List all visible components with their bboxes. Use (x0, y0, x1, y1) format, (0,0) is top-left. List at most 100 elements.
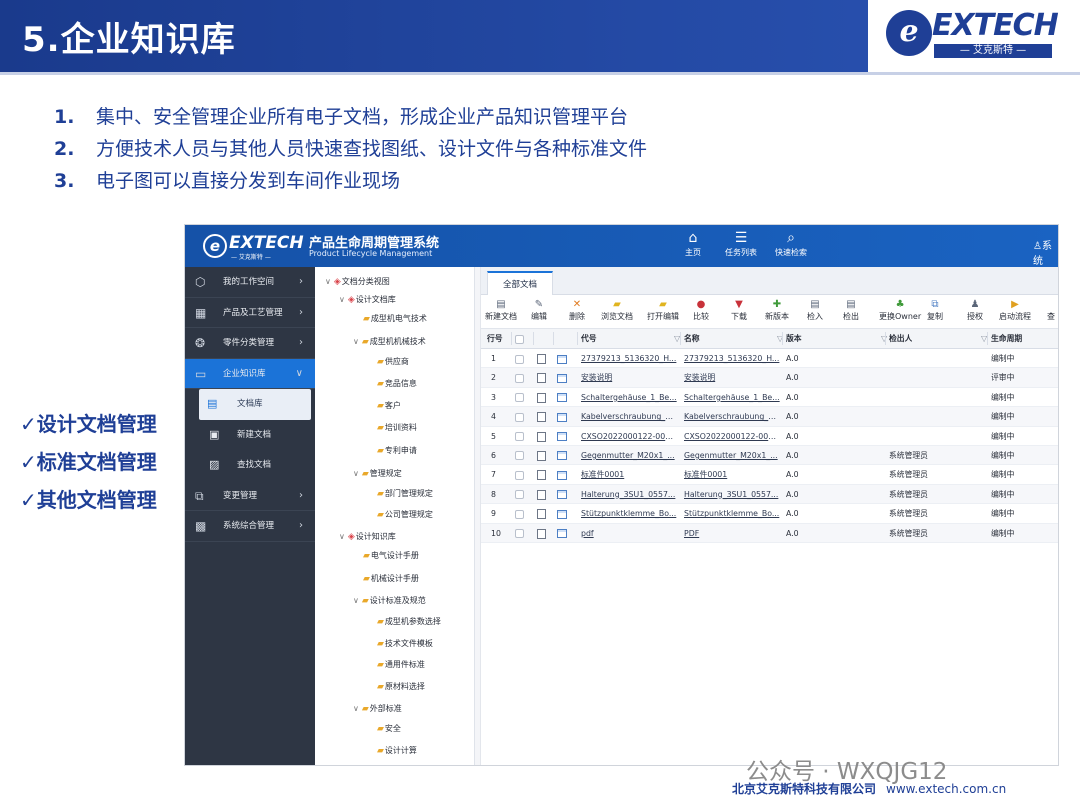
doc-name-link[interactable]: Schaltergehäuse_1_Be... (684, 388, 780, 407)
tree-node[interactable]: ∨ ▰设计标准及规范 (353, 594, 426, 608)
toolbar-start-flow[interactable]: ▶ 启动流程 (999, 298, 1031, 322)
sidenav-subitem[interactable]: ▣ 新建文档 (185, 420, 315, 451)
column-header[interactable]: 版本 (786, 329, 802, 348)
tree-node[interactable]: ▰机械设计手册 (363, 572, 419, 586)
view-cell[interactable] (557, 349, 567, 368)
row-checkbox[interactable] (515, 446, 524, 465)
doc-name-link[interactable]: PDF (684, 524, 780, 543)
chevron-down-icon[interactable]: ∨ (339, 532, 345, 541)
view-cell[interactable] (557, 368, 567, 387)
doc-code-link[interactable]: Stützpunktklemme_Bo... (581, 504, 677, 523)
table-view-icon[interactable] (557, 490, 567, 500)
doc-code-link[interactable]: CXSO2022000122-000... (581, 427, 677, 446)
tree-node[interactable]: ▰供应商 (377, 355, 409, 369)
toolbar-grant[interactable]: ♟ 授权 (967, 298, 983, 322)
row-checkbox[interactable] (515, 368, 524, 387)
tree-node[interactable]: ∨ ▰成型机机械技术 (353, 335, 426, 349)
table-view-icon[interactable] (557, 393, 567, 403)
tree-node[interactable]: ▰客户 (377, 399, 401, 413)
toolbar-download[interactable]: ▼ 下载 (731, 298, 747, 322)
view-cell[interactable] (557, 388, 567, 407)
table-row[interactable]: 8 Halterung_3SU1_0557... Halterung_3SU1_05… (481, 484, 1058, 505)
sidenav-item[interactable]: ▭ 企业知识库 ∨ (185, 358, 315, 389)
doc-code-link[interactable]: Gegenmutter_M20x1_... (581, 446, 677, 465)
tree-node[interactable]: ∨ ◈设计文档库 (339, 293, 396, 307)
doc-name-link[interactable]: 27379213_5136320_H... (684, 349, 780, 368)
column-header[interactable]: 代号 (581, 329, 597, 348)
doc-name-link[interactable]: CXSO2022000122-000... (684, 427, 780, 446)
tree-node[interactable]: ▰专利申请 (377, 444, 417, 458)
table-row[interactable]: 6 Gegenmutter_M20x1_... Gegenmutter_M20x1_… (481, 445, 1058, 466)
table-view-icon[interactable] (557, 412, 567, 422)
tree-node[interactable]: ▰技术文件模板 (377, 637, 433, 651)
table-row[interactable]: 10 pdf PDF A.0 系统管理员 编制中 (481, 523, 1058, 543)
tree-node[interactable]: ∨ ▰外部标准 (353, 702, 402, 716)
column-header[interactable]: 检出人 (889, 329, 912, 348)
table-view-icon[interactable] (557, 509, 567, 519)
checkbox[interactable] (515, 529, 524, 539)
row-checkbox[interactable] (515, 485, 524, 504)
sidenav-subitem[interactable]: ▤ 文档库 (199, 389, 311, 420)
row-checkbox[interactable] (515, 407, 524, 426)
tree-node[interactable]: ▰竞品信息 (377, 377, 417, 391)
toolbar-new-version[interactable]: ✚ 新版本 (765, 298, 789, 322)
sidenav-item[interactable]: ⬡ 我的工作空间 › (185, 267, 315, 298)
checkbox[interactable] (515, 451, 524, 461)
doc-code-link[interactable]: 27379213_5136320_H... (581, 349, 677, 368)
checkbox[interactable] (515, 373, 524, 383)
toolbar-browse-doc[interactable]: ▰ 浏览文档 (601, 298, 633, 322)
view-cell[interactable] (557, 485, 567, 504)
checkbox[interactable] (515, 432, 524, 442)
checkbox[interactable] (515, 334, 524, 344)
table-row[interactable]: 3 Schaltergehäuse_1_Be... Schaltergehäuse_… (481, 388, 1058, 408)
doc-code-link[interactable]: 安装说明 (581, 368, 677, 387)
checkbox[interactable] (515, 412, 524, 422)
nav-home[interactable]: ⌂ 主页 (685, 229, 701, 258)
table-row[interactable]: 7 标准件0001 标准件0001 A.0 系统管理员 编制中 (481, 465, 1058, 485)
view-cell[interactable] (557, 407, 567, 426)
tree-node[interactable]: ▰设计计算 (377, 744, 417, 758)
tab-all-documents[interactable]: 全部文档 (487, 271, 553, 295)
checkbox[interactable] (515, 354, 524, 364)
table-row[interactable]: 1 27379213_5136320_H... 27379213_5136320_H… (481, 349, 1058, 369)
doc-code-link[interactable]: Schaltergehäuse_1_Be... (581, 388, 677, 407)
table-view-icon[interactable] (557, 354, 567, 364)
toolbar-checkout[interactable]: ▤ 检出 (843, 298, 859, 322)
tree-node[interactable]: ∨ ◈设计知识库 (339, 530, 396, 544)
doc-name-link[interactable]: Stützpunktklemme_Bo... (684, 504, 780, 523)
toolbar-new-doc[interactable]: ▤ 新建文档 (485, 298, 517, 322)
toolbar-open-edit[interactable]: ▰ 打开编辑 (647, 298, 679, 322)
toolbar-compare[interactable]: ● 比较 (693, 298, 709, 322)
tree-node[interactable]: ▰公司管理规定 (377, 508, 433, 522)
column-header[interactable]: 行号 (487, 329, 503, 348)
doc-code-link[interactable]: Halterung_3SU1_0557... (581, 485, 677, 504)
sidenav-item[interactable]: ▩ 系统综合管理 › (185, 511, 315, 542)
chevron-down-icon[interactable]: ∨ (353, 704, 359, 713)
doc-code-link[interactable]: Kabelverschraubung_S... (581, 407, 677, 426)
doc-name-link[interactable]: 安装说明 (684, 368, 780, 387)
tree-node[interactable]: ▰安全 (377, 722, 401, 736)
checkbox[interactable] (515, 509, 524, 519)
doc-name-link[interactable]: 标准件0001 (684, 465, 780, 484)
tree-node[interactable]: ▰电气设计手册 (363, 549, 419, 563)
table-view-icon[interactable] (557, 432, 567, 442)
table-row[interactable]: 2 安装说明 安装说明 A.0 评审中 (481, 368, 1058, 388)
tree-node[interactable]: ∨ ▰管理规定 (353, 467, 402, 481)
table-view-icon[interactable] (557, 470, 567, 480)
table-row[interactable]: 5 CXSO2022000122-000... CXSO2022000122-000… (481, 427, 1058, 446)
chevron-down-icon[interactable]: ∨ (353, 596, 359, 605)
view-cell[interactable] (557, 524, 567, 543)
checkbox[interactable] (515, 470, 524, 480)
chevron-down-icon[interactable]: ∨ (325, 277, 331, 286)
row-checkbox[interactable] (515, 465, 524, 484)
nav-task-list[interactable]: ☰ 任务列表 (725, 229, 757, 258)
tree-node[interactable]: ▰培训资料 (377, 421, 417, 435)
view-cell[interactable] (557, 465, 567, 484)
toolbar-copy[interactable]: ⧉ 复制 (927, 298, 943, 322)
toolbar-checkin[interactable]: ▤ 检入 (807, 298, 823, 322)
doc-code-link[interactable]: 标准件0001 (581, 465, 677, 484)
tree-node[interactable]: ▰成型机电气技术 (363, 312, 427, 326)
toolbar-edit[interactable]: ✎ 编辑 (531, 298, 547, 322)
toolbar-delete[interactable]: ✕ 删除 (569, 298, 585, 322)
doc-code-link[interactable]: pdf (581, 524, 677, 543)
